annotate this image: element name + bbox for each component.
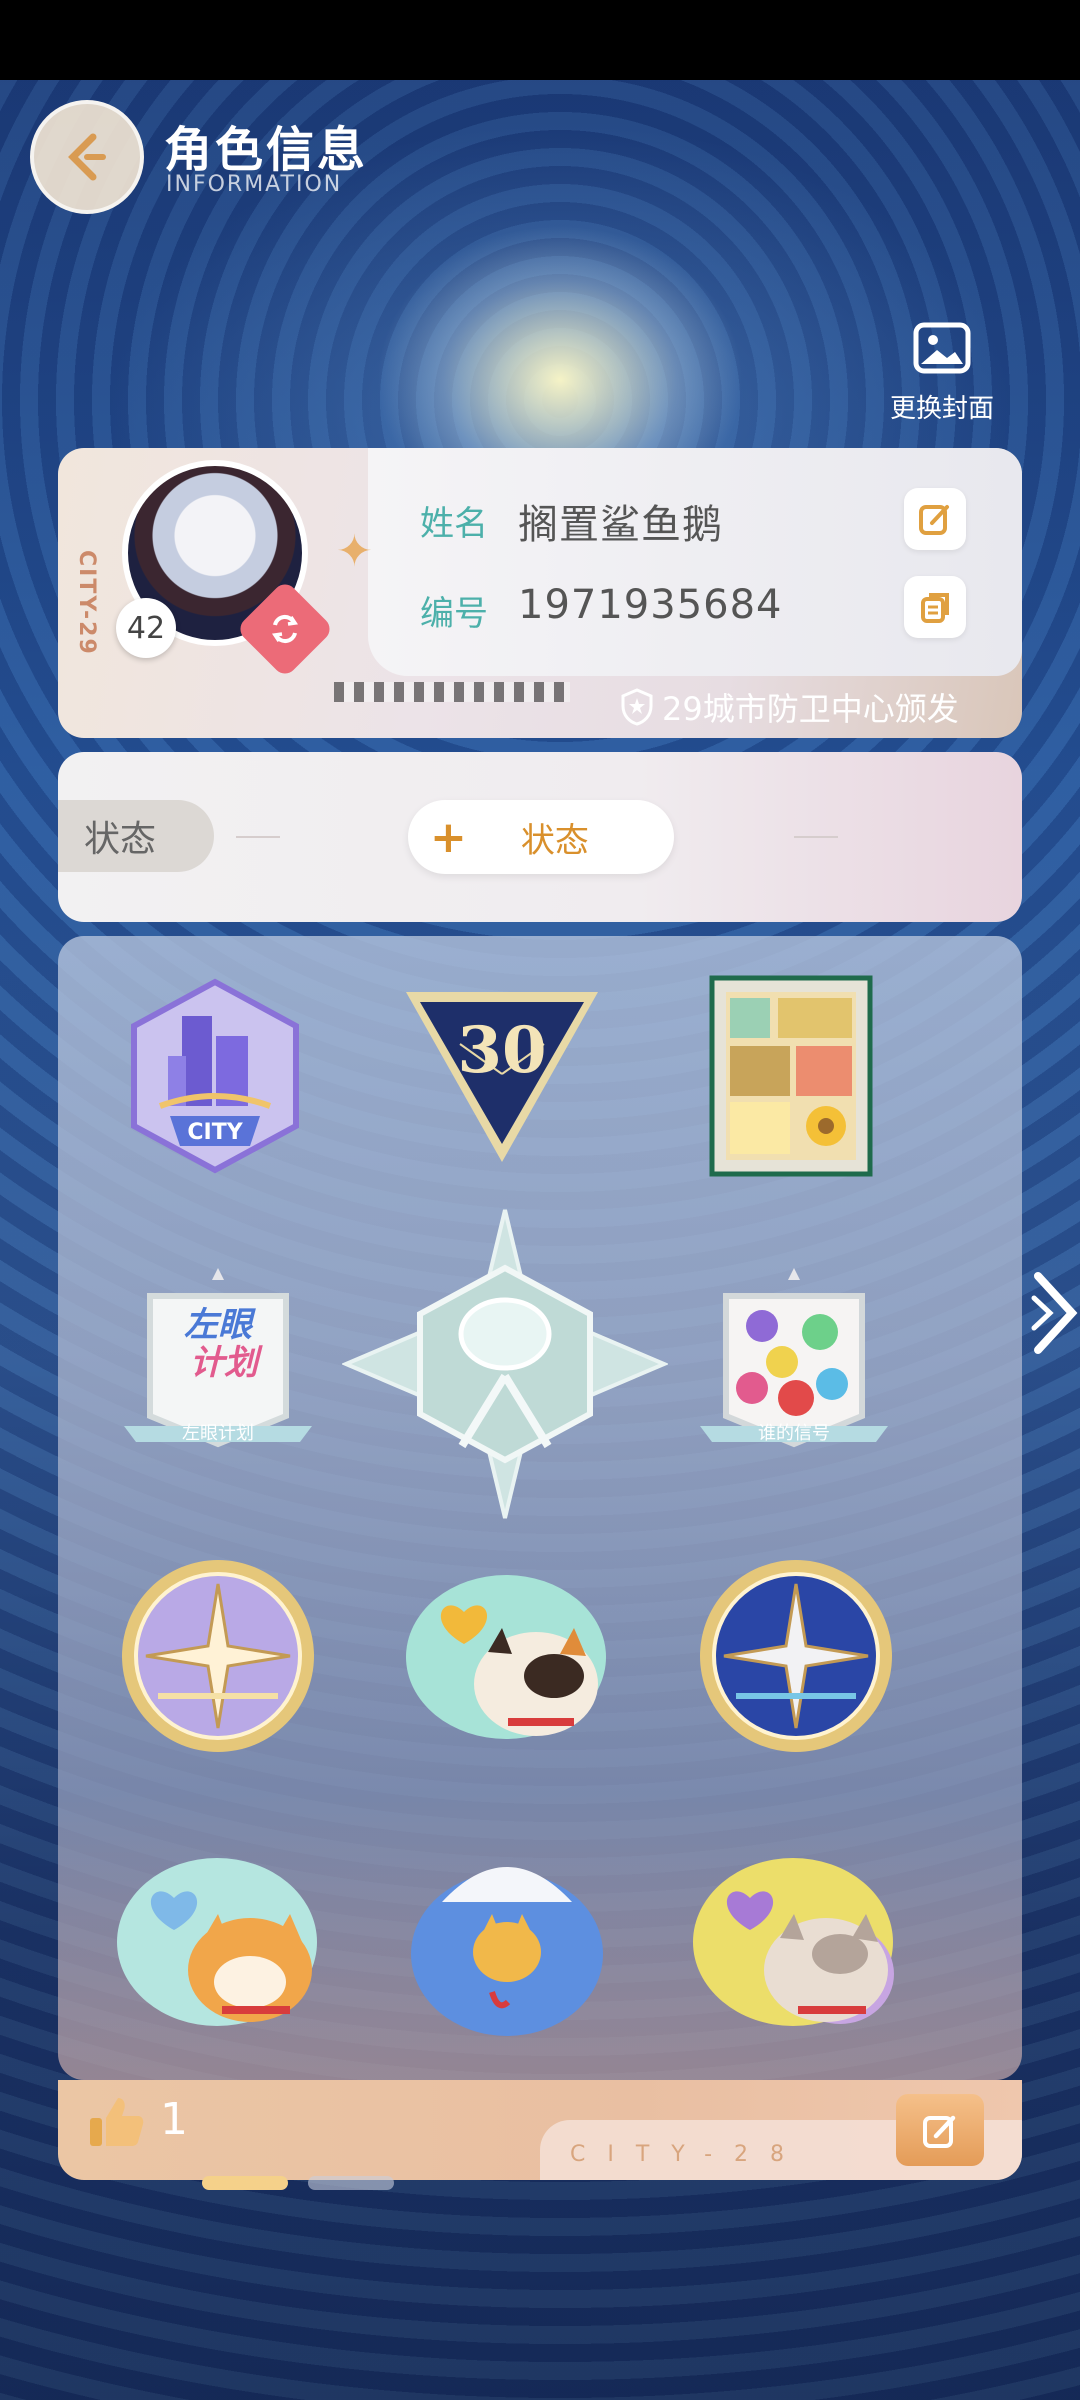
player-id: 1971935684 xyxy=(518,582,783,628)
checker-strip xyxy=(334,682,570,702)
back-button[interactable] xyxy=(30,100,144,214)
svg-text:谁的信号: 谁的信号 xyxy=(758,1423,830,1444)
edit-card-button[interactable] xyxy=(896,2094,984,2166)
chevron-right-icon[interactable] xyxy=(1030,1268,1080,1358)
svg-text:左眼: 左眼 xyxy=(184,1305,256,1345)
status-tab[interactable]: 状态 xyxy=(58,800,214,872)
calico-cat-badge[interactable] xyxy=(404,1572,608,1742)
thirty-triangle-badge[interactable]: 30 xyxy=(400,984,604,1168)
page-indicator-active[interactable] xyxy=(202,2176,288,2190)
back-arrow-icon xyxy=(68,133,106,181)
id-label: 编号 xyxy=(420,594,488,634)
sparkle-icon: ✦ xyxy=(336,526,373,577)
shield-icon xyxy=(621,688,653,726)
plus-icon: + xyxy=(430,811,467,863)
city-tag: CITY-29 xyxy=(74,550,99,656)
issuer-text: 29城市防卫中心颁发 xyxy=(620,684,959,730)
painting-frame-badge[interactable] xyxy=(708,974,874,1178)
status-bar xyxy=(0,0,1080,82)
edit-name-button[interactable] xyxy=(904,488,966,550)
svg-text:30: 30 xyxy=(457,1013,546,1088)
image-icon xyxy=(913,322,971,374)
add-status-button[interactable]: + 状态 xyxy=(408,800,674,874)
edit-icon xyxy=(919,505,949,535)
whose-signal-badge[interactable]: 谁的信号 xyxy=(696,1266,892,1468)
page-subtitle: INFORMATION xyxy=(166,172,343,197)
divider xyxy=(236,836,280,838)
divider xyxy=(794,836,838,838)
name-label: 姓名 xyxy=(420,504,488,544)
compass-star-badge[interactable] xyxy=(342,1206,668,1522)
change-cover-label: 更换封面 xyxy=(889,394,994,424)
profile-info-panel xyxy=(368,448,1022,676)
grey-cat-badge[interactable] xyxy=(690,1854,896,2030)
copy-id-button[interactable] xyxy=(904,576,966,638)
city-label: CITY-28 xyxy=(570,2142,807,2167)
like-count: 1 xyxy=(160,2094,188,2145)
blue-compass-badge[interactable] xyxy=(696,1556,896,1756)
level-badge: 42 xyxy=(116,598,176,658)
left-eye-plan-badge[interactable]: 左眼 计划 左眼计划 xyxy=(120,1266,316,1468)
copy-icon xyxy=(921,593,949,623)
swap-icon xyxy=(272,614,298,644)
umbrella-cat-badge[interactable] xyxy=(402,1842,612,2040)
svg-text:计划: 计划 xyxy=(190,1343,263,1383)
page-title: 角色信息 xyxy=(164,122,369,178)
edit-icon xyxy=(923,2115,956,2148)
thumbs-up-icon[interactable] xyxy=(86,2094,146,2150)
change-cover-button[interactable]: 更换封面 xyxy=(880,322,1004,425)
orange-cat-badge[interactable] xyxy=(114,1854,320,2030)
purple-compass-badge[interactable] xyxy=(118,1556,318,1756)
add-status-label: 状态 xyxy=(520,820,589,861)
svg-text:左眼计划: 左眼计划 xyxy=(182,1423,254,1444)
city-badge[interactable]: CITY xyxy=(120,976,310,1176)
issuer-label: 29城市防卫中心颁发 xyxy=(662,690,959,728)
page-indicator[interactable] xyxy=(308,2176,394,2190)
svg-text:CITY: CITY xyxy=(187,1120,243,1145)
player-name: 搁置鲨鱼鹅 xyxy=(518,502,723,548)
